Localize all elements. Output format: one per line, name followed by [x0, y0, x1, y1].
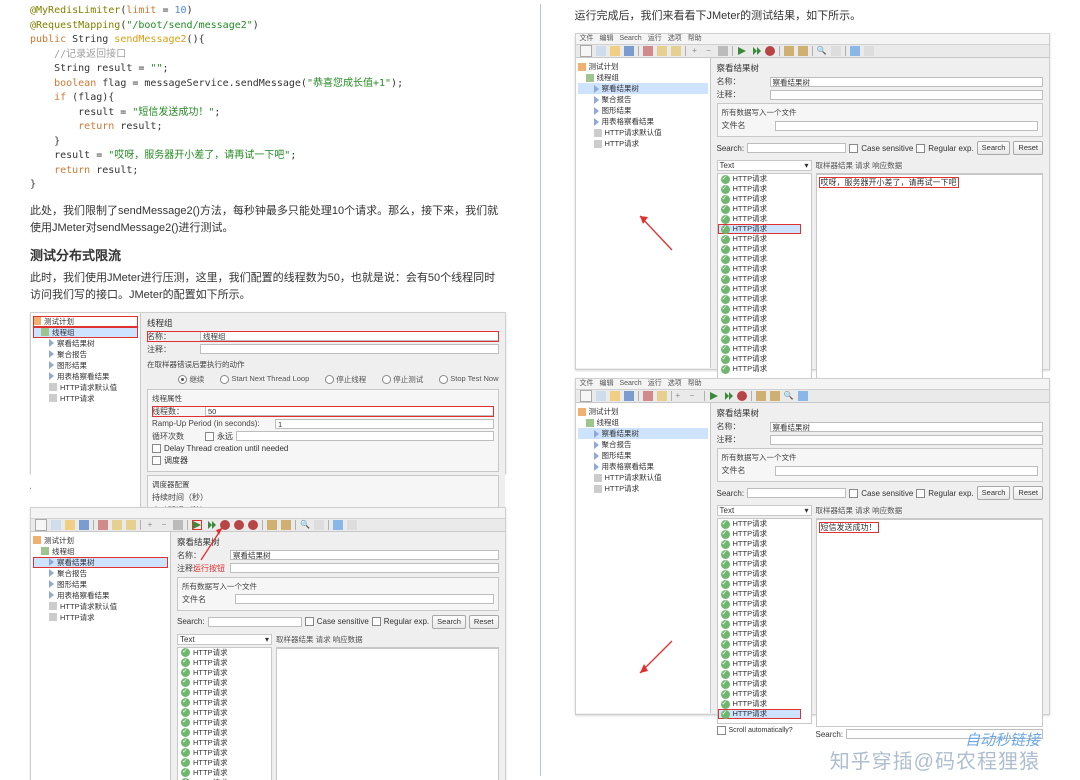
clear-all-icon[interactable] — [281, 520, 291, 530]
plan-icon — [33, 317, 41, 325]
search-button[interactable]: Search — [432, 615, 466, 629]
fail-arrow — [636, 214, 676, 254]
search-icon[interactable]: 🔍 — [300, 520, 310, 530]
item-icon — [49, 394, 57, 402]
cut-icon[interactable] — [98, 520, 108, 530]
clear-icon[interactable] — [267, 520, 277, 530]
threads-input[interactable]: 50 — [205, 406, 494, 416]
section-heading: 测试分布式限流 — [30, 245, 506, 264]
thread-icon — [41, 328, 49, 336]
paragraph: 运行完成后，我们来看看下JMeter的测试结果，如下所示。 — [575, 8, 1051, 25]
tri-icon — [49, 361, 54, 369]
paste-icon[interactable] — [126, 520, 136, 530]
code-block: @MyRedisLimiter(limit = 10) @RequestMapp… — [30, 4, 506, 193]
tri-icon — [49, 339, 54, 347]
result-list[interactable]: HTTP请求HTTP请求HTTP请求HTTP请求HTTP请求HTTP请求HTTP… — [177, 647, 272, 780]
jmeter-thread-config-screenshot: 测试计划 线程组 察看结果树 聚合报告 图形结果 用表格察看结果 HTTP请求默… — [30, 312, 506, 474]
menubar: 文件编辑Search运行选项帮助 — [576, 34, 1050, 45]
name-input[interactable]: 线程组 — [200, 331, 499, 341]
copy-icon[interactable] — [112, 520, 122, 530]
comment-input[interactable] — [200, 344, 499, 354]
watermark2: 自动秒链接 — [965, 729, 1040, 750]
open-icon[interactable] — [65, 520, 75, 530]
ok-arrow — [636, 639, 676, 679]
tri-icon — [49, 372, 54, 380]
paragraph: 此时，我们使用JMeter进行压测，这里，我们配置的线程数为50，也就是说：会有… — [30, 270, 506, 304]
reset-button[interactable]: Reset — [469, 615, 499, 629]
new-icon[interactable] — [35, 519, 47, 531]
run-arrow-annotation — [197, 526, 227, 566]
item-icon — [49, 383, 57, 391]
jmeter-run-screenshot: + − 🔍 运行按钮 — [30, 507, 506, 780]
save-icon[interactable] — [79, 520, 89, 530]
tri-icon — [49, 350, 54, 358]
template-icon[interactable] — [51, 520, 61, 530]
paragraph: 此处，我们限制了sendMessage2()方法，每秒钟最多只能处理10个请求。… — [30, 203, 506, 237]
toolbar: + − 🔍 — [31, 519, 505, 532]
jmeter-result-ok-screenshot: 文件编辑Search运行选项帮助 + − 🔍 — [575, 378, 1051, 715]
jmeter-result-fail-screenshot: 文件编辑Search运行选项帮助 + − — [575, 33, 1051, 370]
